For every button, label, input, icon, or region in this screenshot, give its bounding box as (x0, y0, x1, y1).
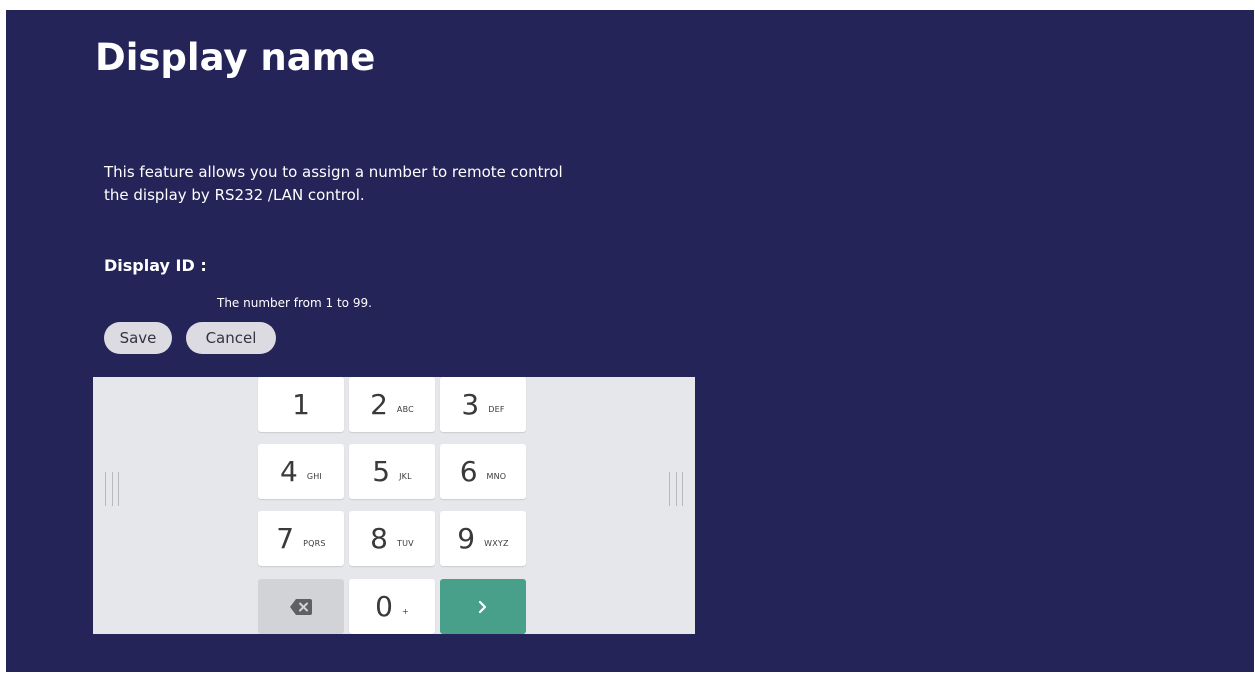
key-digit: 6 (459, 455, 478, 488)
keyboard-drag-handle-right[interactable] (669, 472, 683, 506)
settings-screen: Display name This feature allows you to … (6, 10, 1254, 672)
key-digit: 2 (370, 388, 388, 421)
key-3[interactable]: 3 DEF (440, 377, 526, 432)
key-digit: 3 (461, 388, 480, 421)
key-letters: TUV (397, 539, 414, 548)
key-digit: 4 (279, 455, 298, 488)
cancel-button[interactable]: Cancel (186, 322, 276, 354)
key-7[interactable]: 7 PQRS (258, 511, 344, 566)
key-letters: WXYZ (484, 539, 509, 548)
key-letters: PQRS (303, 539, 326, 548)
enter-key[interactable] (440, 579, 526, 634)
backspace-icon (290, 598, 312, 615)
key-digit: 9 (457, 522, 476, 555)
keyboard-drag-handle-left[interactable] (105, 472, 119, 506)
key-digit: 0 (375, 590, 393, 623)
key-letters: ABC (396, 405, 414, 414)
chevron-right-icon (478, 600, 487, 613)
key-letters: JKL (399, 472, 412, 481)
key-letters: GHI (306, 472, 322, 481)
key-digit: 7 (276, 522, 295, 555)
key-6[interactable]: 6 MNO (440, 444, 526, 499)
key-8[interactable]: 8 TUV (349, 511, 435, 566)
page-title: Display name (95, 36, 376, 79)
key-letters: DEF (488, 405, 505, 414)
display-id-label: Display ID : (104, 256, 207, 275)
key-letters: MNO (486, 472, 507, 481)
feature-description: This feature allows you to assign a numb… (104, 163, 563, 204)
key-4[interactable]: 4 GHI (258, 444, 344, 499)
key-digit: 5 (372, 455, 391, 488)
key-digit: 8 (370, 522, 388, 555)
backspace-key[interactable] (258, 579, 344, 634)
key-letters: + (401, 607, 409, 616)
key-9[interactable]: 9 WXYZ (440, 511, 526, 566)
key-5[interactable]: 5 JKL (349, 444, 435, 499)
display-id-hint: The number from 1 to 99. (217, 296, 372, 310)
save-button[interactable]: Save (104, 322, 172, 354)
key-1[interactable]: 1 (258, 377, 344, 432)
key-0[interactable]: 0 + (349, 579, 435, 634)
key-2[interactable]: 2 ABC (349, 377, 435, 432)
key-digit: 1 (292, 388, 310, 421)
numeric-keypad: 1 2 ABC 3 DEF 4 GHI 5 JKL 6 MNO 7 PQRS 8… (93, 377, 695, 634)
